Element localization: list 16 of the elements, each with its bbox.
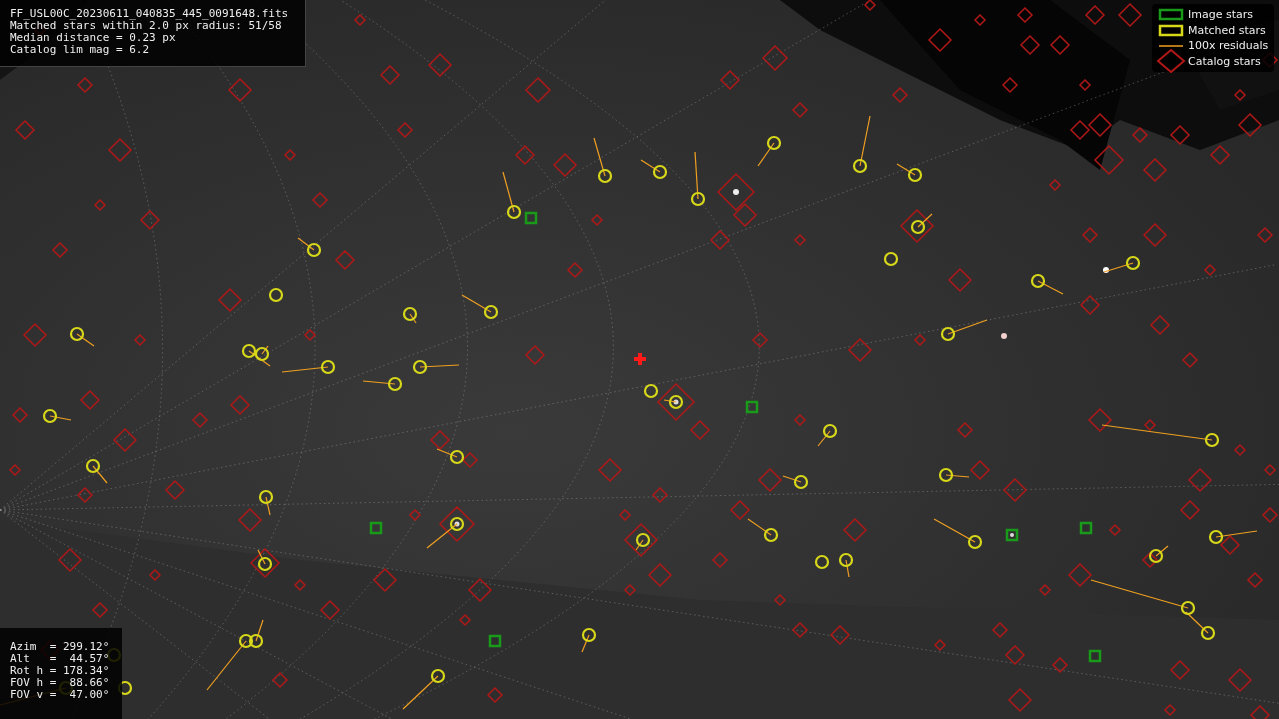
pointing-text: FOV v = 47.00° [10, 689, 110, 701]
info-text: Catalog lim mag = 6.2 [10, 44, 150, 56]
pointing-text: Azim = 299.12° [10, 641, 110, 653]
info-text: Matched stars within 2.0 px radius: 51/58 [10, 20, 282, 32]
info-text: Median distance = 0.23 px [10, 32, 176, 44]
diamond-icon [1156, 49, 1186, 74]
legend-label: Catalog stars [1188, 54, 1261, 68]
pointing-text: Rot h = 178.34° [10, 665, 110, 677]
pointing-text: FOV h = 88.66° [10, 677, 110, 689]
pointing-text: Alt = 44.57° [10, 653, 110, 665]
line-icon [1159, 44, 1183, 47]
legend-label: 100x residuals [1188, 39, 1269, 53]
legend-label: Image stars [1188, 8, 1253, 22]
legend-label: Matched stars [1188, 23, 1266, 37]
cross-icon [634, 353, 646, 365]
info-text: FF_USL00C_20230611_040835_445_0091648.fits [10, 8, 289, 20]
